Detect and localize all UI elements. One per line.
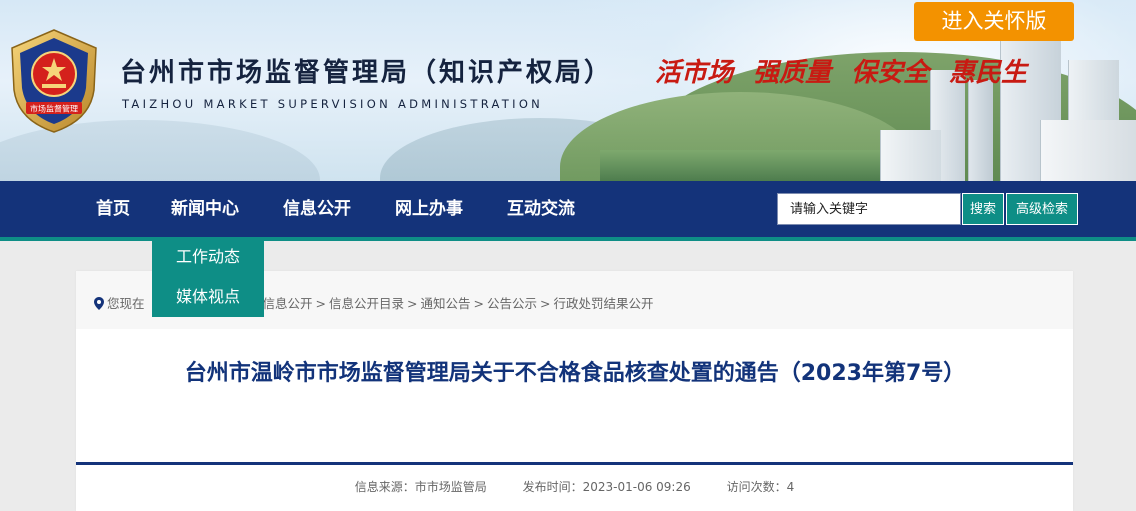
care-mode-button[interactable]: 进入关怀版 — [914, 2, 1074, 41]
nav-item-home[interactable]: 首页 — [96, 181, 130, 237]
nav-item-news-center[interactable]: 新闻中心 — [171, 181, 239, 237]
advanced-search-button[interactable]: 高级检索 — [1006, 193, 1078, 225]
article-title: 台州市温岭市市场监督管理局关于不合格食品核查处置的通告（2023年第7号） — [184, 361, 966, 386]
search-button[interactable]: 搜索 — [962, 193, 1004, 225]
dropdown-item-work-updates[interactable]: 工作动态 — [152, 237, 264, 277]
slogan-item: 保安全 — [851, 58, 930, 88]
location-pin-icon — [94, 297, 104, 310]
breadcrumb-item[interactable]: 通知公告 — [421, 296, 471, 311]
search-input[interactable] — [777, 193, 961, 225]
nav-item-interaction[interactable]: 互动交流 — [507, 181, 575, 237]
site-title-en: TAIZHOU MARKET SUPERVISION ADMINISTRATIO… — [122, 97, 544, 111]
nav-item-online-services[interactable]: 网上办事 — [395, 181, 463, 237]
slogan: 活市场 强质量 保安全 惠民生 — [655, 52, 1047, 89]
banner-building — [880, 130, 941, 181]
slogan-item: 活市场 — [655, 58, 734, 88]
breadcrumb-item[interactable]: 信息公开 — [263, 296, 313, 311]
breadcrumb-item[interactable]: 公告公示 — [487, 296, 537, 311]
title-divider — [76, 462, 1073, 465]
article-meta: 信息来源：市市场监管局 发布时间：2023-01-06 09:26 访问次数：4 — [76, 478, 1073, 495]
header-banner: 市场监督管理 台州市市场监督管理局（知识产权局） TAIZHOU MARKET … — [0, 0, 1136, 181]
site-title-cn: 台州市市场监督管理局（知识产权局） — [120, 58, 614, 88]
nav-item-info-disclosure[interactable]: 信息公开 — [283, 181, 351, 237]
market-supervision-emblem-icon: 市场监督管理 — [11, 29, 97, 133]
slogan-item: 强质量 — [753, 58, 832, 88]
article-views: 访问次数：4 — [726, 480, 795, 494]
emblem-text: 市场监督管理 — [30, 104, 78, 114]
article-date: 发布时间：2023-01-06 09:26 — [522, 480, 691, 494]
breadcrumb-item[interactable]: 行政处罚结果公开 — [554, 296, 654, 311]
banner-building — [1040, 120, 1136, 181]
slogan-item: 惠民生 — [949, 58, 1028, 88]
article-source: 信息来源：市市场监管局 — [354, 480, 487, 494]
banner-building — [968, 80, 993, 181]
dropdown-item-media-views[interactable]: 媒体视点 — [152, 277, 264, 317]
breadcrumb-prefix: 您现在 — [107, 296, 145, 311]
breadcrumb-item[interactable]: 信息公开目录 — [329, 296, 404, 311]
banner-park — [600, 150, 900, 181]
